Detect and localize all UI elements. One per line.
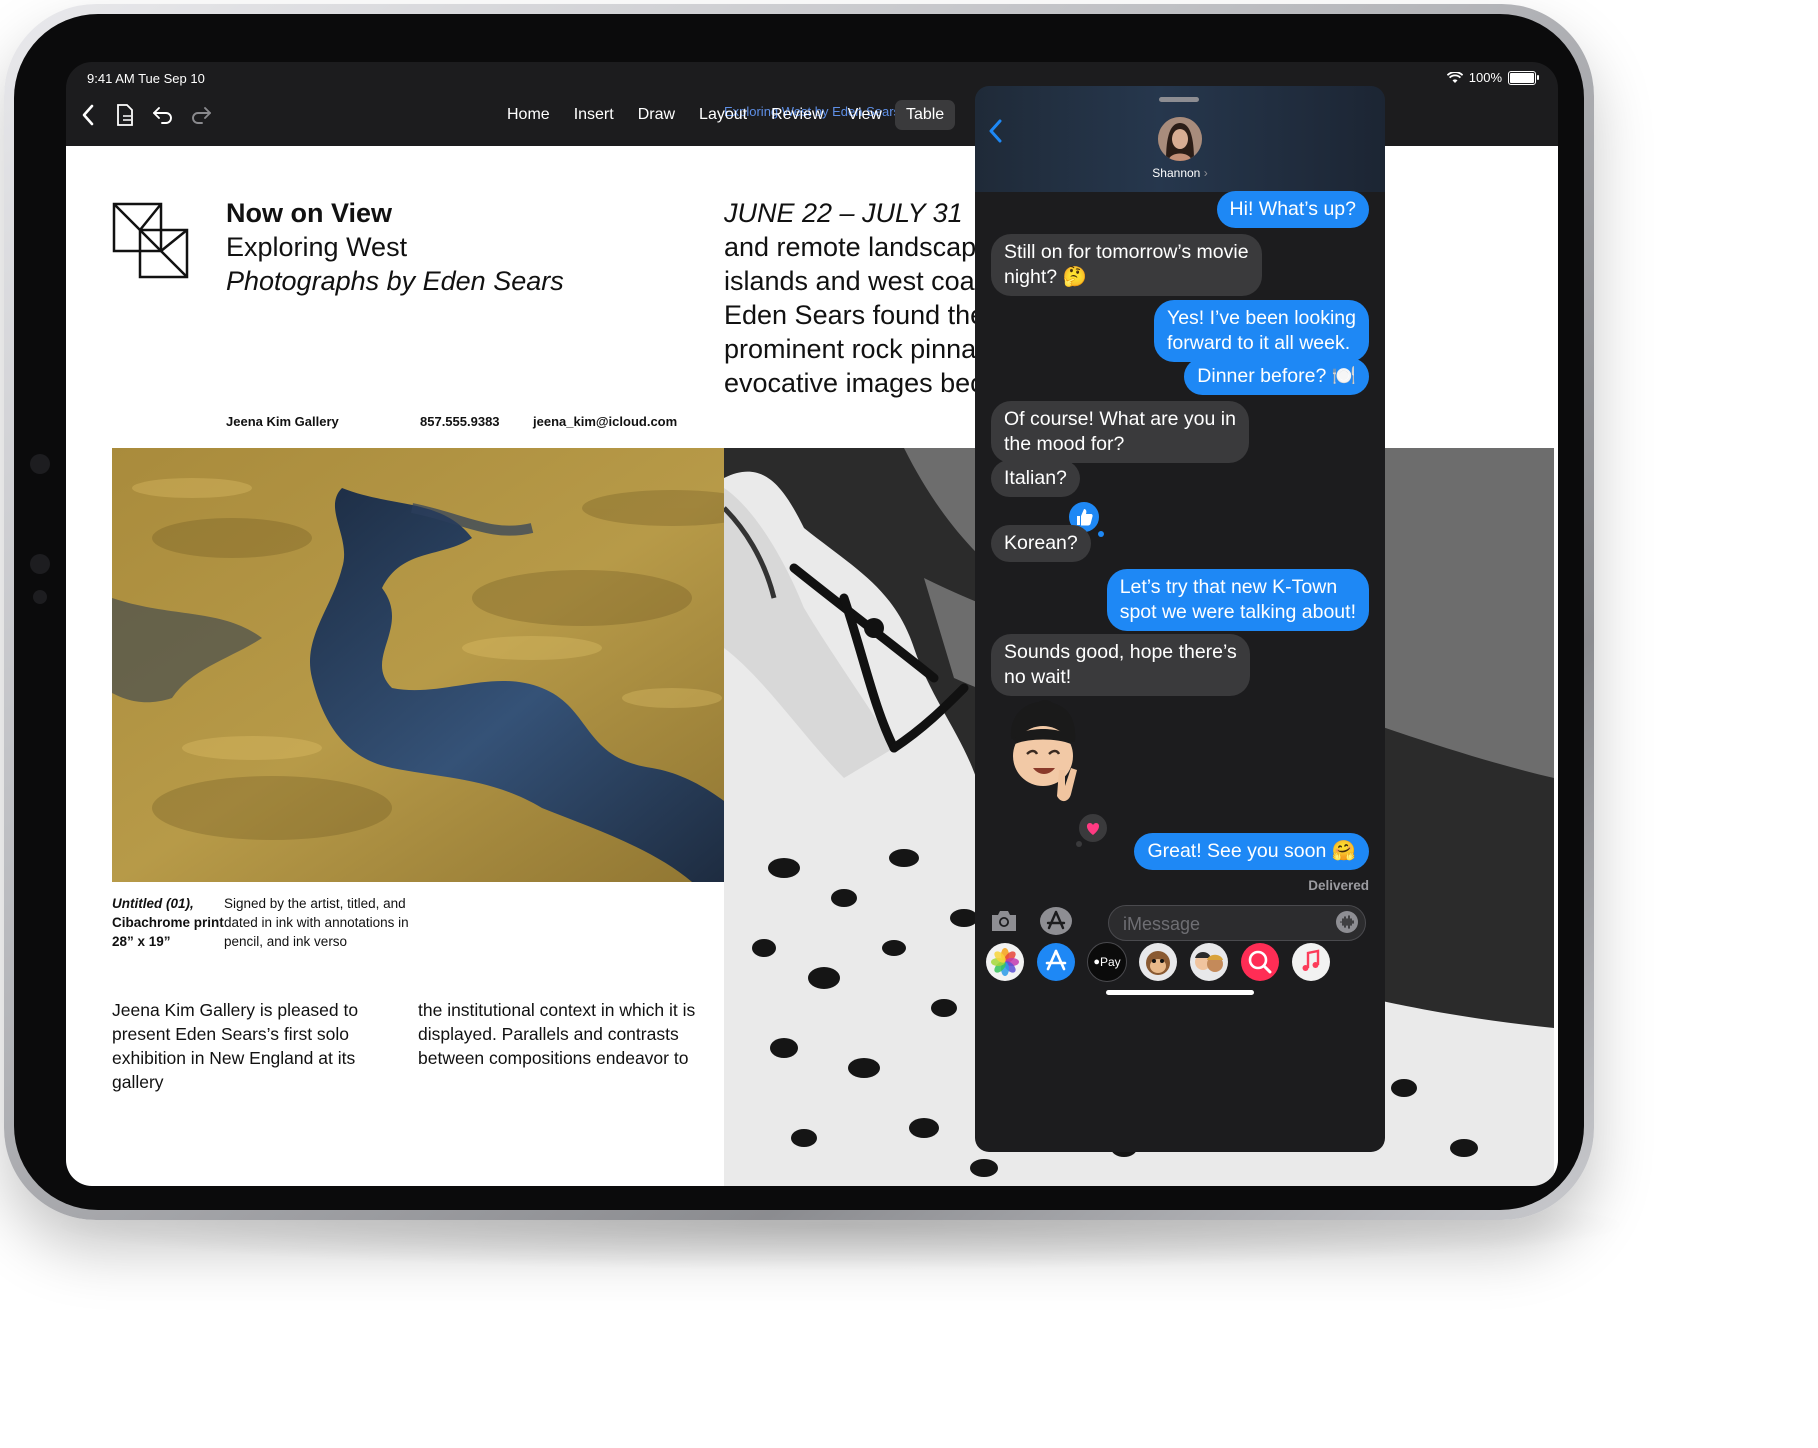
gallery-logo [112,202,189,279]
message-bubble-sent[interactable]: Yes! I’ve been looking forward to it all… [1153,300,1369,362]
tab-home[interactable]: Home [496,100,561,130]
bezel: 9:41 AM Tue Sep 10 100% Exploring West b… [14,14,1584,1210]
message-bubble-received[interactable]: Of course! What are you in the mood for? [991,401,1249,463]
contact-name[interactable]: Shannon › [975,166,1385,180]
memoji-stickers-app-icon[interactable] [1189,942,1229,982]
animoji-app-icon[interactable] [1138,942,1178,982]
memoji-sticker[interactable] [999,698,1089,808]
heart-icon [1076,812,1109,847]
exhibit-heading: Now on View Exploring West Photographs b… [226,196,564,298]
exhibit-dates: JUNE 22 – JULY 31 [724,198,963,228]
gallery-email: jeena_kim@icloud.com [533,414,678,429]
status-time: 9:41 AM Tue Sep 10 [87,71,205,86]
music-app-icon[interactable] [1291,942,1331,982]
message-bubble-sent[interactable]: Dinner before? 🍽️ [1184,358,1369,395]
screen: 9:41 AM Tue Sep 10 100% Exploring West b… [66,62,1558,1186]
chevron-left-icon[interactable] [76,102,102,128]
message-bubble-received[interactable]: Italian? [991,460,1080,497]
gallery-phone: 857.555.9383 [420,414,500,429]
app-store-app-icon[interactable] [1036,942,1076,982]
caption-size: 28” x 19” [112,934,171,949]
marsh-photo[interactable] [112,448,784,882]
battery-percent: 100% [1468,70,1502,85]
tab-review[interactable]: Review [760,100,834,130]
undo-icon[interactable] [150,102,176,128]
gallery-name: Jeena Kim Gallery [226,414,339,429]
body-column-1: Jeena Kim Gallery is pleased to present … [112,1000,359,1092]
photos-app-icon[interactable] [985,942,1025,982]
delivered-status: Delivered [1308,878,1369,893]
message-bubble-sent[interactable]: Hi! What’s up? [1216,191,1369,228]
message-input-placeholder: iMessage [1123,914,1201,934]
camera-dot [33,590,47,604]
heading-photographer: Photographs by Eden Sears [226,266,564,296]
status-right: 100% [1446,70,1539,85]
conversation-header: Shannon › [975,86,1385,192]
message-bubble-sent[interactable]: Great! See you soon 🤗 [1134,833,1369,870]
app-drawer: ● Pay [975,942,1385,986]
heading-now-on-view: Now on View [226,198,393,228]
tab-view[interactable]: View [837,100,893,130]
ribbon-tabs: Home Insert Draw Layout Review View Tabl… [496,100,956,130]
tab-draw[interactable]: Draw [627,100,686,130]
caption-note: Signed by the artist, titled, and dated … [224,896,409,949]
app-store-icon[interactable] [1039,906,1073,936]
camera-icon[interactable] [989,908,1019,934]
redo-icon[interactable] [188,102,214,128]
caption-medium: Cibachrome print [112,915,224,930]
chevron-left-icon[interactable] [987,118,1005,144]
slide-over-home-indicator[interactable] [1106,990,1254,995]
chevron-right-icon: › [1203,166,1208,180]
avatar[interactable] [1158,117,1202,161]
battery-icon [1508,70,1539,85]
apple-pay-app-icon[interactable]: ● Pay [1087,942,1127,982]
caption-artwork-title: Untitled (01), [112,896,194,911]
tab-table[interactable]: Table [894,100,956,130]
heading-exhibit-name: Exploring West [226,232,408,262]
contact-name-label: Shannon [1152,166,1201,180]
compose-row: iMessage [975,902,1385,946]
messages-slide-over: Shannon › Hi! What’s up? Still on for to… [975,86,1385,1152]
camera-dot [30,454,50,474]
message-bubble-received[interactable]: Sounds good, hope there’s no wait! [991,634,1250,696]
gif-search-app-icon[interactable] [1240,942,1280,982]
message-input[interactable]: iMessage [1108,905,1366,941]
camera-dot [30,554,50,574]
message-bubble-sent[interactable]: Let’s try that new K-Town spot we were t… [1106,569,1369,631]
audio-waveform-icon[interactable] [1335,910,1359,934]
message-bubble-received[interactable]: Korean? [991,525,1091,562]
tab-insert[interactable]: Insert [563,100,625,130]
wifi-icon [1446,71,1463,83]
caption-title: Untitled (01), Cibachrome print 28” x 19… [112,894,232,951]
tab-layout[interactable]: Layout [688,100,758,130]
message-bubble-received[interactable]: Still on for tomorrow’s movie night? 🤔 [991,234,1262,296]
apple-pay-label: Pay [1099,955,1121,969]
document-icon[interactable] [112,102,138,128]
apple-logo-icon: ● [1093,956,1100,968]
ipad-device: 9:41 AM Tue Sep 10 100% Exploring West b… [4,4,1594,1220]
slide-over-grabber[interactable] [1159,97,1199,102]
body-column-2: the institutional context in which it is… [418,1000,696,1068]
